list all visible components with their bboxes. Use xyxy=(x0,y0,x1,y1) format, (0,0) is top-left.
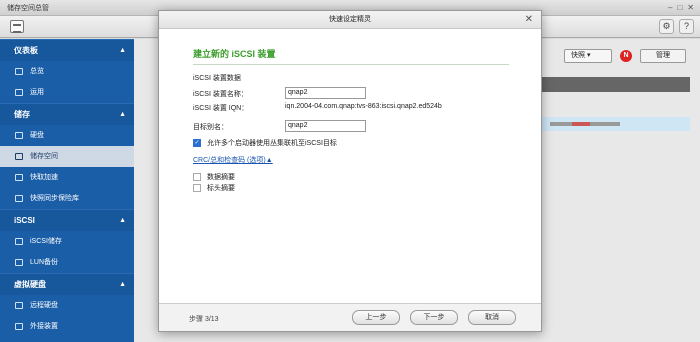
header-digest-option[interactable]: 标头摘要 xyxy=(193,183,235,193)
cluster-access-option[interactable]: ✓ 允许多个启动器使用丛集联机至iSCSI目标 xyxy=(193,138,337,148)
quick-setup-wizard-dialog: 快速设定精灵 ✕ 建立新的 iSCSI 装置 iSCSI 装置数据 iSCSI … xyxy=(158,10,542,332)
close-window-icon[interactable]: ✕ xyxy=(687,3,694,12)
close-icon[interactable]: ✕ xyxy=(525,11,533,29)
sidebar-item-label: 远程硬盘 xyxy=(30,302,58,309)
sidebar-item-snapshot-vault[interactable]: 快照同步保险库 xyxy=(0,188,134,209)
backup-icon xyxy=(15,259,23,266)
device-name-label: iSCSI 装置名称： xyxy=(193,91,248,98)
dialog-title: 快速设定精灵 xyxy=(329,16,371,23)
cluster-access-label: 允许多个启动器使用丛集联机至iSCSI目标 xyxy=(207,140,337,147)
sidebar-item-label: 储存空间 xyxy=(30,153,58,160)
remote-disk-icon xyxy=(15,302,23,309)
sidebar-item-iscsi-storage[interactable]: iSCSI储存 xyxy=(0,231,134,252)
sidebar-item-usage[interactable]: 运用 xyxy=(0,82,134,103)
overview-icon xyxy=(15,68,23,75)
sidebar-item-label: 硬盘 xyxy=(30,132,44,139)
dialog-footer: 步骤 3/13 上一步 下一步 取消 xyxy=(159,303,541,331)
chevron-up-icon: ▲ xyxy=(119,111,126,118)
sidebar-item-label: LUN备份 xyxy=(30,259,59,266)
target-alias-input[interactable]: qnap2 xyxy=(285,120,366,132)
cancel-button[interactable]: 取消 xyxy=(468,310,516,325)
cache-icon xyxy=(15,174,23,181)
section-label: 储存 xyxy=(14,110,30,119)
sidebar-section-iscsi[interactable]: iSCSI ▲ xyxy=(0,209,134,231)
sidebar-item-label: 外接装置 xyxy=(30,323,58,330)
sidebar-item-label: 快取加速 xyxy=(30,174,58,181)
window-title: 储存空间总管 xyxy=(7,5,49,12)
table-row[interactable] xyxy=(542,117,690,131)
data-digest-label: 数据摘要 xyxy=(207,174,235,181)
sidebar-item-lun-backup[interactable]: LUN备份 xyxy=(0,252,134,273)
sidebar-item-label: 快照同步保险库 xyxy=(30,195,79,202)
settings-icon[interactable]: ⚙ xyxy=(659,19,674,34)
chevron-up-icon: ▲ xyxy=(119,281,126,288)
table-header xyxy=(542,77,690,92)
sidebar-item-disks[interactable]: 硬盘 xyxy=(0,125,134,146)
crc-checksum-link[interactable]: CRC/总和检查码 (选项)▲ xyxy=(193,155,273,165)
sidebar-item-label: iSCSI储存 xyxy=(30,238,62,245)
sidebar-item-storage-space[interactable]: 储存空间 xyxy=(0,146,134,167)
section-label: iSCSI xyxy=(14,216,35,225)
chevron-up-icon: ▲ xyxy=(119,47,126,54)
maximize-icon[interactable]: □ xyxy=(677,3,682,12)
device-name-input[interactable]: qnap2 xyxy=(285,87,366,99)
header-digest-label: 标头摘要 xyxy=(207,185,235,192)
sidebar-section-virtual-disk[interactable]: 虚拟硬盘 ▲ xyxy=(0,273,134,295)
step-indicator: 步骤 3/13 xyxy=(189,316,219,323)
cluster-access-checkbox[interactable]: ✓ xyxy=(193,139,201,147)
external-device-icon xyxy=(15,323,23,330)
help-icon[interactable]: ? xyxy=(679,19,694,34)
vault-icon xyxy=(15,195,23,202)
sidebar-section-storage[interactable]: 储存 ▲ xyxy=(0,103,134,125)
chart-icon xyxy=(15,89,23,96)
sidebar-item-remote-disk[interactable]: 远程硬盘 xyxy=(0,295,134,316)
notification-badge[interactable]: N xyxy=(620,50,632,62)
section-label: iSCSI 装置数据 xyxy=(193,75,241,82)
section-label: 虚拟硬盘 xyxy=(14,280,46,289)
chevron-up-icon: ▲ xyxy=(119,217,126,224)
sidebar: 仪表板 ▲ 总览 运用 储存 ▲ 硬盘 储存空间 快取加速 快照同步保险库 iSCS… xyxy=(0,39,134,342)
snapshot-label: 快照 xyxy=(571,52,585,59)
snapshot-dropdown[interactable]: 快照 ▾ xyxy=(564,49,612,63)
previous-button[interactable]: 上一步 xyxy=(352,310,400,325)
manage-button[interactable]: 管理 xyxy=(640,49,686,63)
target-alias-label: 目标别名： xyxy=(193,124,228,131)
usage-bar xyxy=(550,122,620,126)
section-label: 仪表板 xyxy=(14,46,38,55)
app-menu-icon[interactable] xyxy=(10,20,24,33)
data-digest-checkbox[interactable] xyxy=(193,173,201,181)
device-iqn-label: iSCSI 装置 IQN： xyxy=(193,105,249,112)
sidebar-section-dashboard[interactable]: 仪表板 ▲ xyxy=(0,39,134,61)
data-digest-option[interactable]: 数据摘要 xyxy=(193,172,235,182)
sidebar-item-label: 总览 xyxy=(30,68,44,75)
device-iqn-value: iqn.2004-04.com.qnap:tvs-863:iscsi.qnap2… xyxy=(285,103,442,110)
sidebar-item-label: 运用 xyxy=(30,89,44,96)
divider xyxy=(193,64,509,65)
sidebar-item-external-device[interactable]: 外接装置 xyxy=(0,316,134,337)
disk-icon xyxy=(15,132,23,139)
link-icon xyxy=(15,238,23,245)
header-digest-checkbox[interactable] xyxy=(193,184,201,192)
storage-icon xyxy=(15,153,23,160)
sidebar-item-cache[interactable]: 快取加速 xyxy=(0,167,134,188)
dialog-header: 快速设定精灵 ✕ xyxy=(159,11,541,29)
minimize-icon[interactable]: – xyxy=(668,3,672,12)
next-button[interactable]: 下一步 xyxy=(410,310,458,325)
sidebar-item-overview[interactable]: 总览 xyxy=(0,61,134,82)
